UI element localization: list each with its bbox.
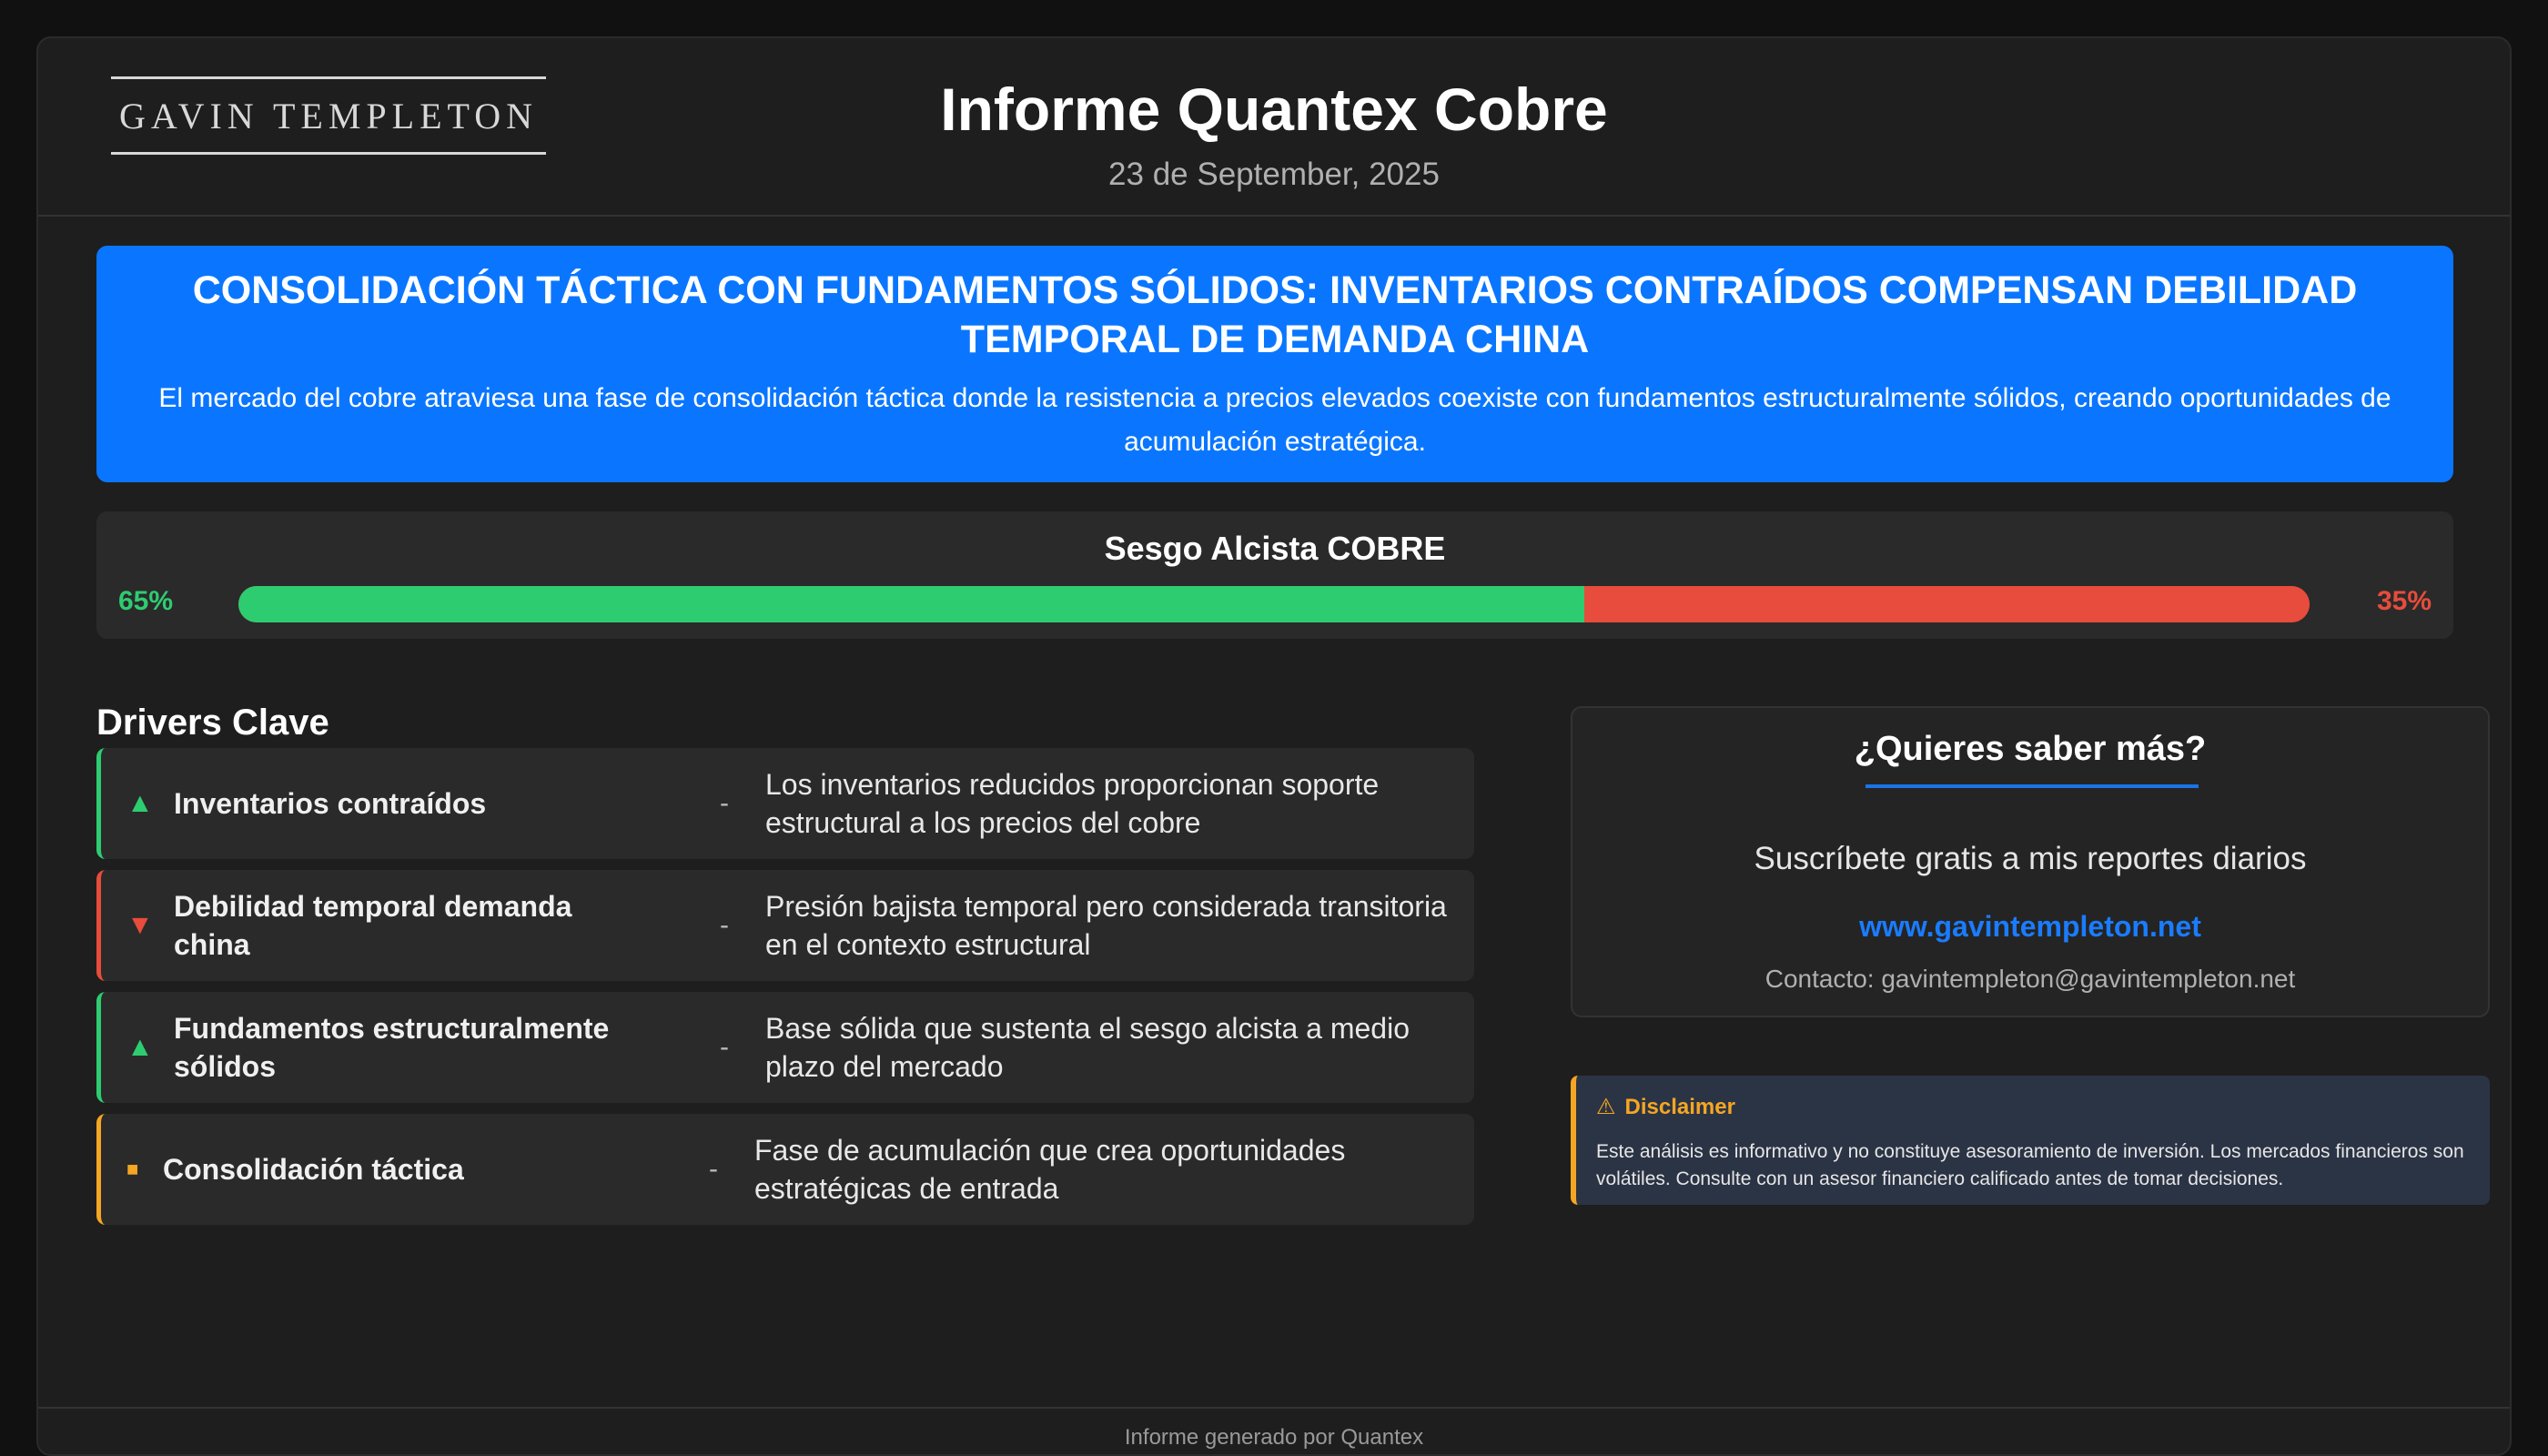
driver-name: Debilidad temporal demanda china — [174, 890, 572, 961]
driver-name: Fundamentos estructuralmente sólidos — [174, 1012, 610, 1083]
disclaimer-title: Disclaimer — [1624, 1094, 1735, 1119]
cta-underline — [1866, 784, 2199, 788]
triangle-up-icon: ▲ — [126, 1032, 154, 1062]
footer-text: Informe generado por Quantex — [1124, 1425, 1424, 1450]
disclaimer-text: Este análisis es informativo y no consti… — [1596, 1141, 2464, 1189]
square-icon: ■ — [126, 1158, 139, 1180]
bias-title: Sesgo Alcista COBRE — [1104, 530, 1446, 567]
disclaimer-box: ⚠ Disclaimer Este análisis es informativ… — [1571, 1076, 2490, 1205]
page-title: Informe Quantex Cobre — [940, 76, 1608, 143]
driver-description: Fase de acumulación que crea oportunidad… — [754, 1134, 1346, 1205]
driver-description: Base sólida que sustenta el sesgo alcist… — [765, 1012, 1410, 1083]
website-link[interactable]: www.gavintempleton.net — [1572, 910, 2488, 944]
headline-summary: El mercado del cobre atraviesa una fase … — [158, 383, 2391, 457]
driver-separator: - — [720, 1032, 729, 1062]
driver-item: ▼ Debilidad temporal demanda china - Pre… — [96, 870, 1474, 981]
footer-divider — [38, 1407, 2510, 1409]
cta-title: ¿Quieres saber más? — [1854, 730, 2207, 768]
triangle-down-icon: ▼ — [126, 910, 154, 940]
headline-banner: CONSOLIDACIÓN TÁCTICA CON FUNDAMENTOS SÓ… — [96, 246, 2453, 482]
driver-separator: - — [720, 910, 729, 940]
subscribe-card: ¿Quieres saber más? Suscríbete gratis a … — [1571, 706, 2490, 1017]
bias-panel: Sesgo Alcista COBRE 65% 35% — [96, 511, 2453, 639]
bias-bar-bullish — [238, 586, 1585, 622]
bias-bar — [238, 586, 2310, 622]
disclaimer-header: ⚠ Disclaimer — [1596, 1094, 2470, 1120]
bearish-percent: 35% — [2376, 586, 2432, 616]
driver-separator: - — [720, 788, 729, 818]
contact-email: Contacto: gavintempleton@gavintempleton.… — [1764, 965, 2296, 993]
driver-description: Presión bajista temporal pero considerad… — [765, 890, 1447, 961]
headline-title: CONSOLIDACIÓN TÁCTICA CON FUNDAMENTOS SÓ… — [192, 268, 2358, 361]
warning-icon: ⚠ — [1596, 1095, 1616, 1119]
driver-name: Inventarios contraídos — [174, 787, 487, 820]
driver-item: ▲ Fundamentos estructuralmente sólidos -… — [96, 992, 1474, 1103]
report-date: 23 de September, 2025 — [1108, 157, 1440, 192]
bullish-percent: 65% — [118, 586, 174, 616]
report-container: GAVIN TEMPLETON Informe Quantex Cobre 23… — [36, 36, 2512, 1456]
drivers-heading: Drivers Clave — [96, 666, 1474, 761]
driver-separator: - — [709, 1154, 718, 1184]
bias-bar-bearish — [1584, 586, 2310, 622]
driver-item: ▲ Inventarios contraídos - Los inventari… — [96, 748, 1474, 859]
report-header: GAVIN TEMPLETON Informe Quantex Cobre 23… — [38, 38, 2510, 217]
driver-description: Los inventarios reducidos proporcionan s… — [765, 768, 1380, 839]
cta-subtitle: Suscríbete gratis a mis reportes diarios — [1754, 841, 2307, 876]
driver-name: Consolidación táctica — [163, 1153, 464, 1186]
driver-item: ■ Consolidación táctica - Fase de acumul… — [96, 1114, 1474, 1225]
triangle-up-icon: ▲ — [126, 788, 154, 818]
